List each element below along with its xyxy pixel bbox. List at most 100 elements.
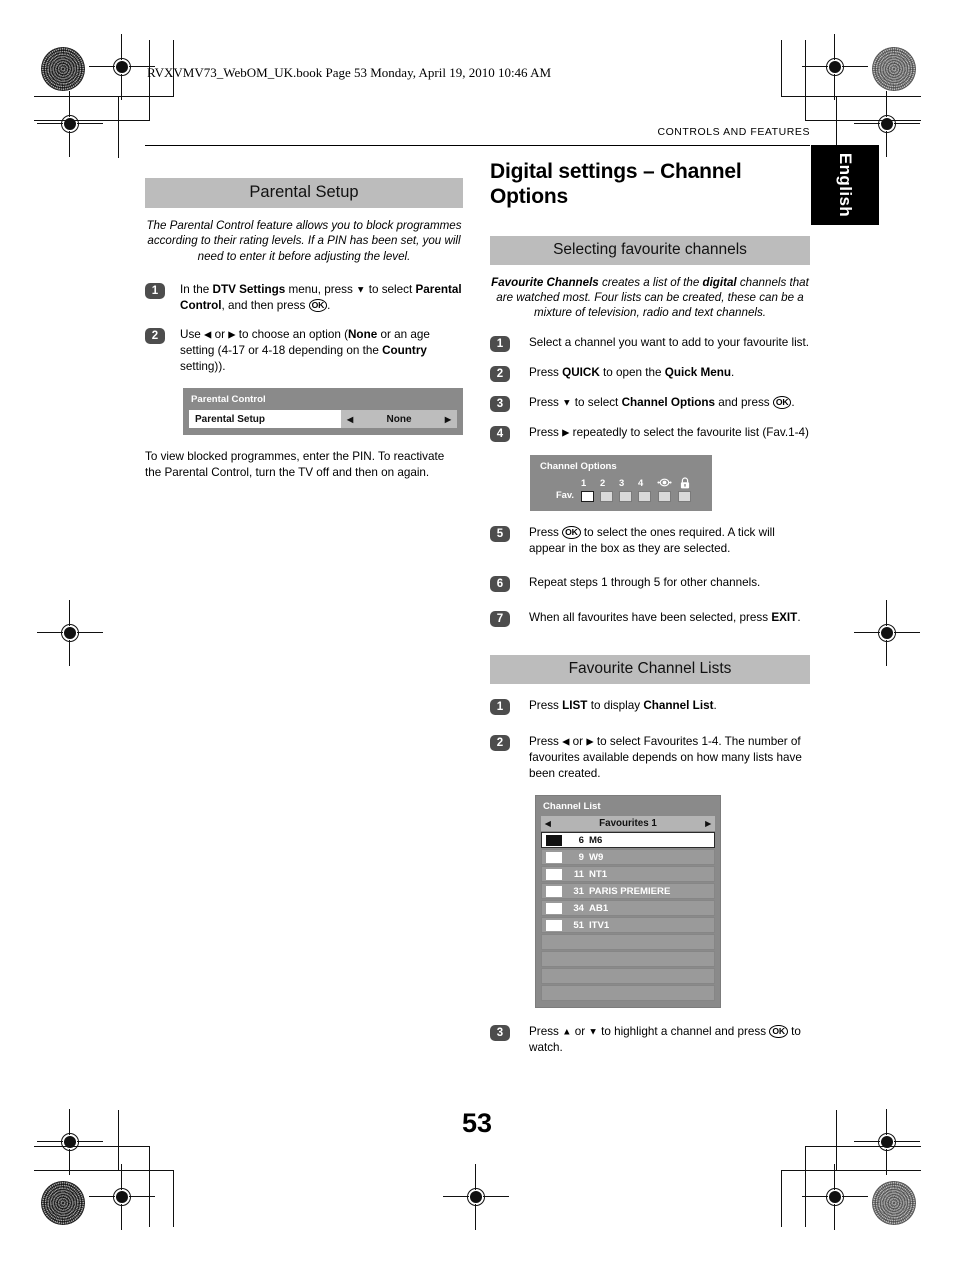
step-text: Press ▶ repeatedly to select the favouri… (529, 425, 809, 439)
tv-icon (546, 885, 562, 897)
fav-checkbox[interactable] (658, 490, 671, 502)
crop-line-br-h2 (805, 1146, 921, 1148)
osd-parental-control: Parental Control Parental Setup ◀ None ▶ (183, 388, 463, 436)
registration-mark-bottom-center (443, 1164, 509, 1230)
step-text: Repeat steps 1 through 5 for other chann… (529, 575, 761, 589)
fav-column-3[interactable]: 3 (619, 477, 632, 502)
step-text: Press OK to select the ones required. A … (529, 525, 775, 555)
channel-list-row[interactable]: 51 ITV1 (541, 917, 715, 933)
channel-name: W9 (589, 851, 604, 863)
parental-setup-intro: The Parental Control feature allows you … (146, 219, 462, 263)
right-arrow-icon[interactable]: ▶ (445, 415, 451, 424)
fav-checkbox[interactable] (581, 490, 594, 502)
tv-icon (546, 902, 562, 914)
content-area: CONTROLS AND FEATURES Parental Setup The… (145, 118, 810, 1158)
channel-number: 6 (578, 834, 584, 846)
osd-favourites-selector[interactable]: ◀ Favourites 1 ▶ (541, 815, 715, 831)
channel-number: 31 (573, 885, 584, 897)
channel-list-row[interactable]: 6 M6 (541, 832, 715, 848)
fav-step-4: 4 Press ▶ repeatedly to select the favou… (490, 425, 810, 442)
channel-list-row[interactable]: 31 PARIS PREMIERE (541, 883, 715, 899)
crop-line-bl-v1 (173, 1170, 175, 1227)
channel-name: M6 (589, 834, 603, 846)
registration-mark-top-left (89, 34, 155, 100)
channel-list-row[interactable]: 11 NT1 (541, 866, 715, 882)
padlock-icon (678, 477, 691, 489)
osd-fav-label: Fav. (555, 488, 574, 500)
fav-checkbox[interactable] (600, 490, 613, 502)
guilloche-mark-bottom-right (872, 1181, 916, 1225)
step-text: Press ◀ or ▶ to select Favourites 1-4. T… (529, 734, 802, 780)
channel-number: 34 (573, 902, 584, 914)
channel-number: 9 (578, 851, 584, 863)
tv-icon (546, 834, 562, 846)
osd-favourites-label: Favourites 1 (599, 817, 657, 829)
right-arrow-icon[interactable]: ▶ (705, 819, 711, 828)
skip-eye-icon (657, 477, 672, 489)
fav-column-number: 2 (600, 476, 606, 488)
registration-mark-inner-top-left (37, 91, 103, 157)
fav-column-6[interactable] (678, 477, 691, 502)
registration-mark-top-right (802, 34, 868, 100)
step-text: In the DTV Settings menu, press ▼ to sel… (180, 283, 462, 313)
crop-line-bl-v2 (149, 1146, 151, 1227)
page-title: Digital settings – Channel Options (490, 160, 742, 208)
crop-line-br-v1 (781, 1170, 783, 1227)
left-step-2: 2 Use ◀ or ▶ to choose an option (None o… (145, 327, 463, 375)
fav-step-7: 7 When all favourites have been selected… (490, 610, 810, 627)
channel-list-empty-row[interactable] (541, 985, 715, 1001)
guilloche-mark-top-left (41, 47, 85, 91)
osd-row-parental-setup[interactable]: Parental Setup ◀ None ▶ (189, 410, 457, 429)
page-number: 53 (461, 1108, 493, 1138)
fav-column-4[interactable]: 4 (638, 477, 651, 502)
selecting-favourite-channels-bar: Selecting favourite channels (490, 235, 810, 265)
language-tab-label: English (836, 152, 855, 218)
fav-column-1[interactable]: 1 (581, 477, 594, 502)
osd-title: Parental Control (191, 394, 266, 406)
fav-step-6: 6 Repeat steps 1 through 5 for other cha… (490, 575, 810, 592)
step-text: Press LIST to display Channel List. (529, 698, 717, 712)
osd-fav-columns: 1 2 3 4 (581, 477, 691, 502)
fav-checkbox[interactable] (678, 490, 691, 502)
fav-step-2: 2 Press QUICK to open the Quick Menu. (490, 365, 810, 382)
parental-setup-section-bar: Parental Setup (145, 178, 463, 208)
favourite-channel-lists-bar: Favourite Channel Lists (490, 654, 810, 684)
crop-line-tl-h1 (34, 96, 174, 98)
step-text: Use ◀ or ▶ to choose an option (None or … (180, 328, 430, 374)
step-text: Press ▼ to select Channel Options and pr… (529, 395, 795, 409)
registration-mark-left-middle (37, 600, 103, 666)
fav-step-3: 3 Press ▼ to select Channel Options and … (490, 395, 810, 412)
fav-column-2[interactable]: 2 (600, 477, 613, 502)
channel-list-empty-row[interactable] (541, 934, 715, 950)
fav-checkbox[interactable] (638, 490, 651, 502)
crop-line-tl-v3 (118, 96, 120, 158)
fav-checkbox[interactable] (619, 490, 632, 502)
fav-column-number: 1 (581, 476, 587, 488)
osd-row-label: Parental Setup (189, 410, 341, 429)
channel-list-empty-row[interactable] (541, 968, 715, 984)
guilloche-mark-bottom-left (41, 1181, 85, 1225)
crop-line-tl-h2 (34, 120, 150, 122)
step-badge: 5 (490, 525, 510, 542)
registration-mark-right-middle (854, 600, 920, 666)
tv-icon (546, 851, 562, 863)
registration-mark-inner-top-right (854, 91, 920, 157)
step-badge: 1 (145, 283, 165, 300)
step-text: Press ▲ or ▼ to highlight a channel and … (529, 1024, 801, 1054)
step-text: Select a channel you want to add to your… (529, 335, 810, 349)
channel-list-row[interactable]: 9 W9 (541, 849, 715, 865)
fav-step-1: 1 Select a channel you want to add to yo… (490, 335, 810, 352)
language-tab: English (811, 145, 879, 225)
step-badge: 4 (490, 425, 510, 442)
favourite-channels-intro: Favourite Channels creates a list of the… (491, 275, 809, 320)
step-badge: 3 (490, 395, 510, 412)
channel-list-empty-row[interactable] (541, 951, 715, 967)
fav-column-5[interactable] (657, 477, 672, 502)
channel-list-row[interactable]: 34 AB1 (541, 900, 715, 916)
parental-setup-note: To view blocked programmes, enter the PI… (145, 450, 445, 480)
list-step-2: 2 Press ◀ or ▶ to select Favourites 1-4.… (490, 734, 810, 782)
crop-line-bl-h2 (34, 1146, 150, 1148)
channel-number: 51 (573, 919, 584, 931)
osd-row-value-group[interactable]: ◀ None ▶ (341, 410, 457, 429)
osd-row-value: None (386, 413, 412, 425)
